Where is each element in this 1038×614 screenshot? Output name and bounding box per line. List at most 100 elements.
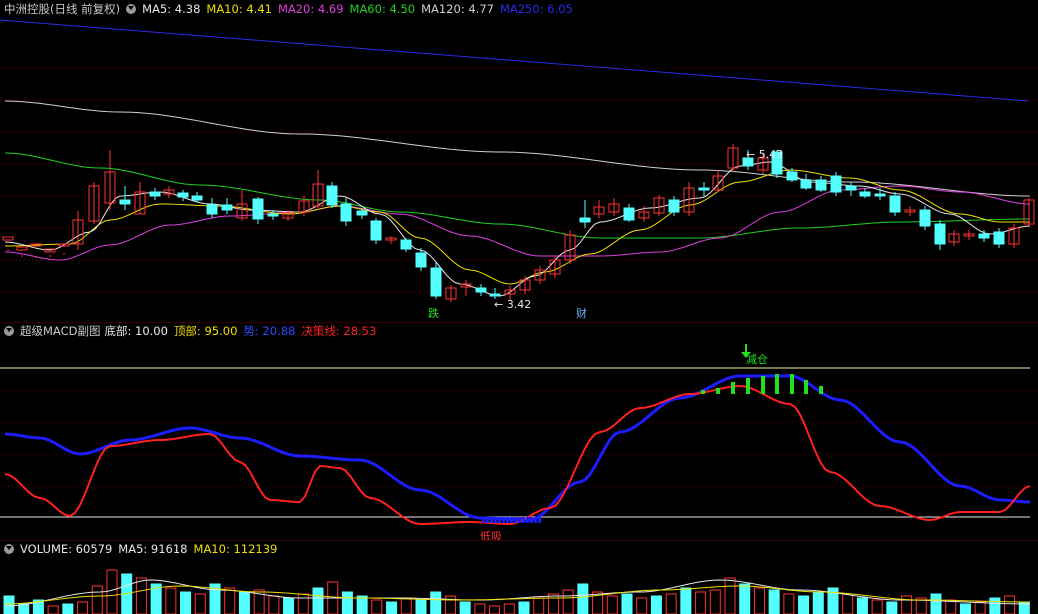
volume-bar (562, 589, 574, 614)
volume-bar (283, 597, 295, 614)
candle-body (267, 213, 279, 217)
buy-zone-tick (498, 517, 501, 523)
volume-bar (768, 589, 780, 614)
reduce-bar (761, 376, 765, 394)
dropdown-icon[interactable] (4, 544, 14, 554)
volume-title: VOLUME: 60579 (20, 542, 113, 556)
reduce-label: 减仓 (746, 352, 768, 366)
candle-body (252, 198, 264, 220)
volume-bar (518, 601, 530, 614)
candle-body (119, 199, 131, 205)
candle-body (830, 175, 842, 193)
volume-bar (297, 593, 309, 614)
buy-zone-tick (514, 517, 517, 523)
candle-body (978, 233, 990, 239)
volume-bar (312, 587, 324, 614)
candle-body (149, 191, 161, 197)
volume-bar (268, 595, 280, 614)
candle-body (889, 195, 901, 213)
volume-bar (621, 593, 633, 614)
ma120-line (4, 100, 1031, 197)
volume-bar (400, 597, 412, 614)
volume-bar (886, 601, 898, 614)
volume-bar (415, 599, 427, 614)
volume-bar (386, 601, 398, 614)
volume-pane[interactable]: VOLUME: 60579 MA5: 91618 MA10: 112139 (0, 540, 1038, 614)
volume-bar (444, 595, 456, 614)
bottom-buy-label: 低吸 (480, 530, 502, 540)
candle-body (845, 185, 857, 191)
volume-bar (753, 587, 765, 614)
volume-bar (77, 601, 89, 614)
dropdown-icon[interactable] (4, 326, 14, 336)
candle-body (800, 179, 812, 189)
candle-body (16, 246, 28, 251)
ma-legend: MA5: 4.38 MA10: 4.41 MA20: 4.69 MA60: 4.50 M… (142, 0, 579, 18)
dropdown-icon[interactable] (126, 4, 137, 14)
macd-bottom: 底部: 10.00 (104, 324, 168, 338)
volume-ma5: MA5: 91618 (118, 542, 188, 556)
volume-bar (783, 593, 795, 614)
reduce-bar (790, 374, 794, 394)
volume-bar (901, 595, 913, 614)
candle-body (489, 293, 501, 297)
volume-bar (165, 587, 177, 614)
decision-line (4, 384, 1031, 526)
reduce-bar (731, 382, 735, 394)
buy-zone-tick (538, 517, 541, 523)
buy-zone-tick (522, 517, 525, 523)
volume-bar (224, 587, 236, 614)
macd-chart[interactable]: 减仓低吸 (0, 322, 1038, 540)
reduce-bar (819, 386, 823, 394)
buy-zone-tick (518, 517, 521, 523)
volume-header: VOLUME: 60579 MA5: 91618 MA10: 112139 (0, 540, 1038, 558)
reduce-bar (701, 390, 705, 394)
macd-decision: 决策线: 28.53 (301, 324, 377, 338)
candle-body (859, 191, 871, 197)
volume-bar (459, 601, 471, 614)
buy-zone-tick (506, 517, 509, 523)
trend-line (4, 374, 1031, 522)
volume-bar (930, 593, 942, 614)
volume-bar (474, 603, 486, 614)
ma-legend-item: MA20: 4.69 (277, 2, 344, 16)
buy-zone-tick (526, 517, 529, 523)
candle-body (786, 171, 798, 181)
price-pane[interactable]: ← 5.43 ← 3.42 跌 财 中洲控股(日线 前复权) MA5: 4.38 MA10… (0, 0, 1038, 322)
stock-title: 中洲控股(日线 前复权) (4, 2, 121, 16)
volume-bar (503, 603, 515, 614)
reduce-bar (716, 388, 720, 394)
macd-header: 超级MACD副图 底部: 10.00 顶部: 95.00 势: 20.88 决策线: 2… (0, 322, 1038, 340)
volume-bar (974, 601, 986, 614)
candle-body (874, 193, 886, 197)
ma-legend-item: MA250: 6.05 (499, 2, 573, 16)
candle-body (191, 195, 203, 201)
volume-bar (606, 595, 618, 614)
buy-zone-tick (486, 517, 489, 523)
candle-body (356, 210, 368, 216)
volume-bar (180, 591, 192, 614)
volume-bar (1004, 595, 1016, 614)
ma5-line (4, 161, 1031, 297)
high-label: ← 5.43 (746, 148, 783, 161)
volume-bar (812, 591, 824, 614)
volume-bar (856, 597, 868, 614)
volume-bar (989, 597, 1001, 614)
price-chart[interactable]: ← 5.43 ← 3.42 跌 财 (0, 0, 1038, 322)
marker-fall: 跌 (428, 306, 439, 320)
candle-body (919, 209, 931, 227)
marker-finance: 财 (576, 306, 587, 320)
volume-bar (47, 605, 59, 614)
volume-bar (135, 577, 147, 614)
volume-bar (547, 593, 559, 614)
candle-body (623, 207, 635, 221)
volume-ma10: MA10: 112139 (193, 542, 278, 556)
volume-bar (724, 577, 736, 614)
macd-pane[interactable]: 减仓低吸 超级MACD副图 底部: 10.00 顶部: 95.00 势: 20.88 决… (0, 322, 1038, 540)
candle-body (993, 231, 1005, 245)
candle-body (698, 187, 710, 191)
volume-bar (356, 595, 368, 614)
buy-zone-tick (482, 517, 485, 523)
volume-bar (650, 595, 662, 614)
ma-legend-item: MA60: 4.50 (349, 2, 416, 16)
